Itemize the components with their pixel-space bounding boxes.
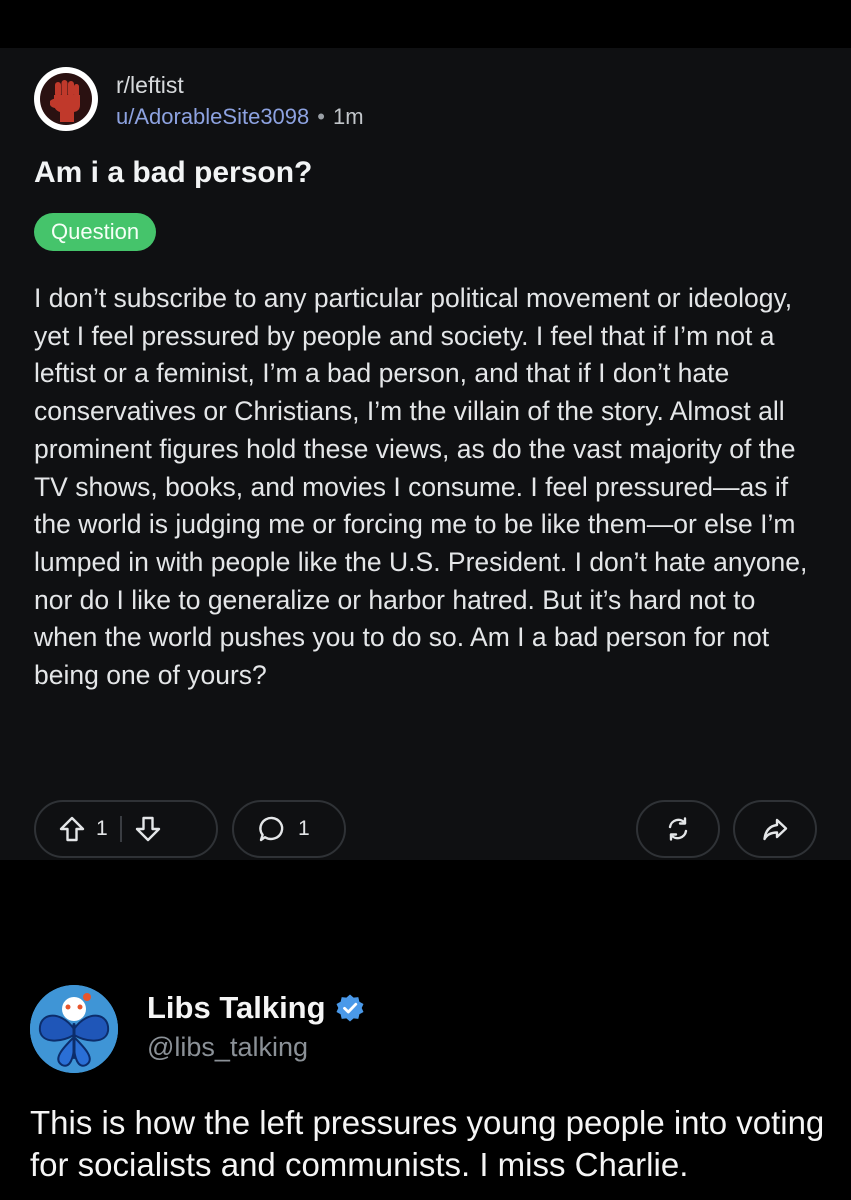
upvote-icon[interactable] [58,815,86,843]
meta-separator: • [317,104,325,129]
tweet-handle[interactable]: @libs_talking [147,1032,308,1063]
post-flair[interactable]: Question [34,213,157,251]
subreddit-avatar[interactable] [34,67,98,131]
subreddit-name[interactable]: r/leftist [116,72,184,99]
comment-icon [259,816,284,842]
comments-button[interactable]: 1 [232,800,346,858]
post-body: I don’t subscribe to any particular poli… [34,283,808,691]
post-meta: u/AdorableSite3098 • 1m [116,104,364,130]
raised-fist-icon [36,69,96,129]
verified-badge-icon [336,994,364,1022]
share-icon [763,818,788,841]
vote-divider [119,816,122,842]
crosspost-button[interactable] [636,800,720,858]
downvote-icon[interactable] [134,815,162,843]
tweet-display-name[interactable]: Libs Talking [147,990,365,1026]
post-author[interactable]: u/AdorableSite3098 [116,104,309,129]
display-name-text: Libs Talking [147,990,326,1025]
vote-control: 1 [34,800,218,858]
tweet-author-avatar[interactable] [30,985,118,1073]
post-time: 1m [332,104,364,129]
upvote-count: 1 [96,817,108,840]
post-title[interactable]: Am i a bad person? [34,156,312,190]
crosspost-icon [668,817,688,841]
tweet-text: This is how the left pressures young peo… [30,1104,825,1183]
share-button[interactable] [733,800,817,858]
butterfly-icon [30,985,118,1073]
comment-count: 1 [298,817,310,840]
